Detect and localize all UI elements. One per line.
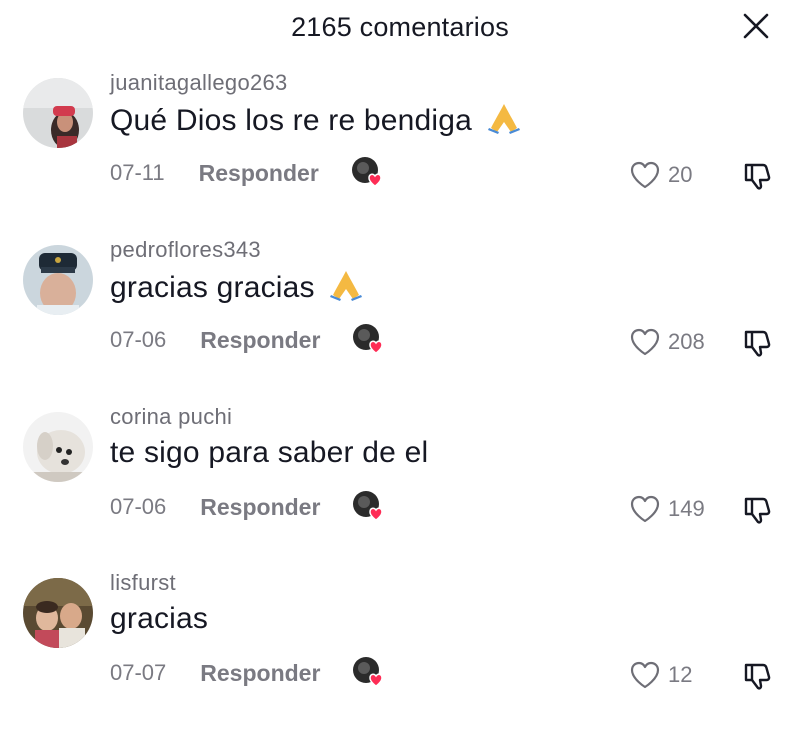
- comments-count-title: 2165 comentarios: [291, 12, 509, 42]
- comment-item: lisfurst gracias 07-07 Responder 12: [0, 570, 800, 730]
- heart-icon: [630, 328, 660, 356]
- like-count: 208: [668, 329, 705, 354]
- comment-meta: 07-06 Responder: [110, 490, 390, 524]
- like-button[interactable]: 208: [630, 327, 705, 357]
- avatar[interactable]: [23, 578, 93, 648]
- dislike-button[interactable]: [742, 161, 772, 191]
- heart-icon: [630, 661, 660, 689]
- dislike-button[interactable]: [742, 495, 772, 525]
- comment-text: gracias: [110, 602, 208, 636]
- dislike-icon: [744, 497, 771, 524]
- reply-button[interactable]: Responder: [200, 660, 320, 687]
- comment-text-content: gracias gracias: [110, 270, 315, 304]
- comment-meta: 07-06 Responder: [110, 323, 390, 357]
- comment-text-content: te sigo para saber de el: [110, 436, 429, 469]
- avatar[interactable]: [23, 245, 93, 315]
- comment-username[interactable]: pedroflores343: [110, 237, 261, 263]
- reply-button[interactable]: Responder: [199, 160, 319, 187]
- dislike-icon: [744, 330, 771, 357]
- dislike-button[interactable]: [742, 661, 772, 691]
- avatar[interactable]: [23, 412, 93, 482]
- comment-text-content: gracias: [110, 602, 209, 635]
- comment-item: pedroflores343 gracias gracias 07-06 Res…: [0, 237, 800, 397]
- creator-liked-badge: [352, 323, 390, 357]
- comment-meta: 07-07 Responder: [110, 656, 390, 690]
- reply-button[interactable]: Responder: [200, 327, 320, 354]
- comment-date: 07-06: [110, 327, 167, 352]
- like-count: 149: [668, 496, 705, 521]
- comment-username[interactable]: corina puchi: [110, 404, 232, 430]
- close-button[interactable]: [740, 10, 772, 42]
- comments-header: 2165 comentarios: [0, 0, 800, 60]
- like-button[interactable]: 12: [630, 660, 692, 690]
- comment-username[interactable]: juanitagallego263: [110, 70, 288, 96]
- comment-text-content: Qué Dios los re re bendiga: [110, 103, 473, 137]
- comment-item: juanitagallego263 Qué Dios los re re ben…: [0, 70, 800, 230]
- like-button[interactable]: 149: [630, 494, 705, 524]
- creator-liked-badge: [352, 490, 390, 524]
- comment-item: corina puchi te sigo para saber de el 07…: [0, 404, 800, 564]
- like-count: 12: [668, 662, 693, 687]
- dislike-icon: [744, 663, 771, 690]
- comment-meta: 07-11 Responder: [110, 156, 389, 190]
- comment-text: gracias gracias: [110, 269, 363, 309]
- folded-hands-icon: [329, 269, 363, 309]
- heart-icon: [630, 495, 660, 523]
- comment-username[interactable]: lisfurst: [110, 570, 176, 596]
- like-button[interactable]: 20: [630, 160, 692, 190]
- like-count: 20: [668, 162, 693, 187]
- dislike-button[interactable]: [742, 328, 772, 358]
- avatar[interactable]: [23, 78, 93, 148]
- creator-liked-badge: [352, 656, 390, 690]
- comment-date: 07-06: [110, 494, 167, 519]
- reply-button[interactable]: Responder: [200, 494, 320, 521]
- comment-date: 07-11: [110, 160, 165, 185]
- comment-date: 07-07: [110, 660, 167, 685]
- comment-text: te sigo para saber de el: [110, 436, 428, 470]
- comment-text: Qué Dios los re re bendiga: [110, 102, 521, 142]
- heart-icon: [630, 161, 660, 189]
- close-icon: [743, 13, 769, 39]
- dislike-icon: [744, 163, 771, 190]
- folded-hands-icon: [487, 102, 521, 142]
- creator-liked-badge: [351, 156, 389, 190]
